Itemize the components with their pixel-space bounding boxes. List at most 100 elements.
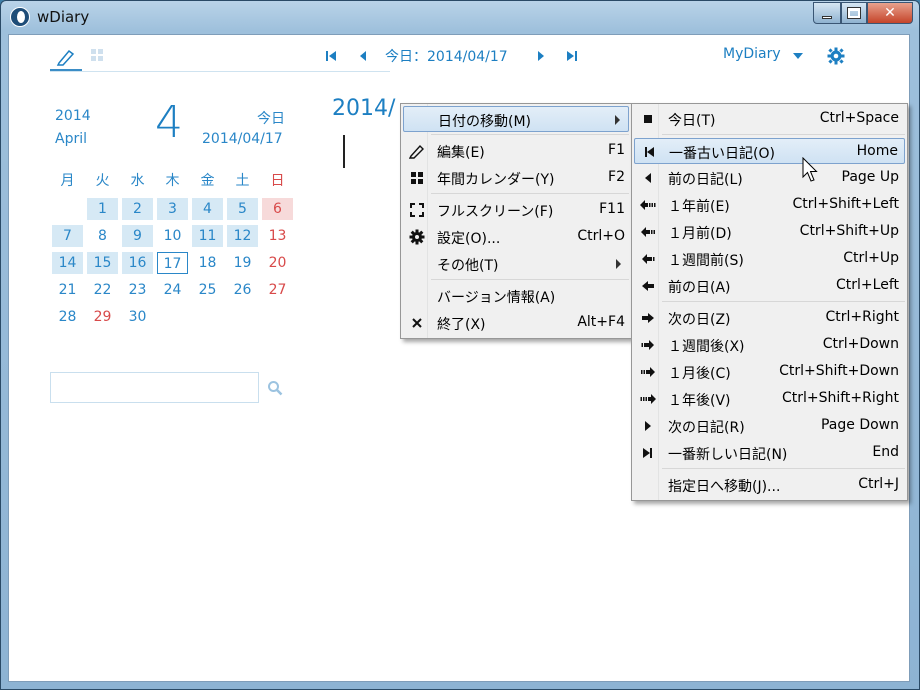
- calendar-day[interactable]: 11: [190, 222, 225, 249]
- entry-date-heading: 2014/: [332, 96, 396, 121]
- maximize-button[interactable]: [841, 2, 867, 24]
- prev-entry-icon[interactable]: [358, 50, 368, 62]
- menu-item-week-forward[interactable]: １週間後(X) Ctrl+Down: [634, 332, 905, 358]
- chevron-down-icon[interactable]: [792, 52, 804, 60]
- calendar-day[interactable]: 1: [85, 195, 120, 222]
- next-entry-icon[interactable]: [536, 50, 546, 62]
- weekday-label: 月: [60, 173, 75, 189]
- menu-item-label: １週間前(S): [668, 253, 744, 269]
- menu-separator: [431, 279, 629, 280]
- today-button[interactable]: 今日：2014/04/17: [385, 46, 508, 66]
- menu-item-shortcut: Ctrl+Shift+Left: [792, 196, 899, 212]
- first-entry-icon[interactable]: [325, 50, 337, 62]
- menu-item-label: １年後(V): [668, 393, 731, 409]
- menu-item-next-day[interactable]: 次の日(Z) Ctrl+Right: [634, 305, 905, 331]
- menu-item-exit[interactable]: 終了(X) Alt+F4: [403, 310, 629, 336]
- menu-item-version-info[interactable]: バージョン情報(A): [403, 283, 629, 309]
- search-input[interactable]: [50, 372, 259, 403]
- calendar-day[interactable]: 27: [260, 276, 295, 303]
- menu-item-prev-day[interactable]: 前の日(A) Ctrl+Left: [634, 273, 905, 299]
- menu-item-today[interactable]: 今日(T) Ctrl+Space: [634, 106, 905, 132]
- calendar-today-label[interactable]: 今日: [257, 108, 285, 128]
- title-bar[interactable]: wDiary ✕: [1, 1, 919, 35]
- calendar-day[interactable]: 21: [50, 276, 85, 303]
- close-button[interactable]: ✕: [867, 2, 913, 24]
- diary-selector[interactable]: MyDiary: [723, 46, 781, 62]
- calendar-day-number: 5: [227, 197, 258, 220]
- menu-item-date-navigation[interactable]: 日付の移動(M): [403, 106, 629, 132]
- last-entry-icon[interactable]: [566, 50, 578, 62]
- calendar-day[interactable]: 26: [225, 276, 260, 303]
- weekday-label: 土: [235, 173, 250, 189]
- calendar-day-number: [157, 306, 188, 328]
- maximize-icon: [847, 7, 861, 19]
- menu-item-edit[interactable]: 編集(E) F1: [403, 138, 629, 164]
- menu-item-shortcut: F1: [608, 142, 625, 158]
- calendar-day[interactable]: 19: [225, 249, 260, 276]
- menu-item-shortcut: Page Down: [820, 417, 899, 433]
- calendar-day[interactable]: 20: [260, 249, 295, 276]
- calendar-day[interactable]: 22: [85, 276, 120, 303]
- calendar-day[interactable]: 16: [120, 249, 155, 276]
- fullscreen-icon: [409, 202, 425, 218]
- calendar-day-number: 21: [58, 281, 77, 298]
- calendar-day[interactable]: 10: [155, 222, 190, 249]
- menu-item-month-forward[interactable]: １月後(C) Ctrl+Shift+Down: [634, 359, 905, 385]
- menu-item-week-back[interactable]: １週間前(S) Ctrl+Up: [634, 246, 905, 272]
- submenu-arrow-icon: [615, 115, 620, 125]
- menu-item-go-to-date[interactable]: 指定日へ移動(J)... Ctrl+J: [634, 472, 905, 498]
- edit-mode-tab[interactable]: [50, 46, 82, 72]
- menu-item-label: 終了(X): [437, 317, 486, 333]
- menu-item-prev-entry[interactable]: 前の日記(L) Page Up: [634, 165, 905, 191]
- menu-item-newest-entry[interactable]: 一番新しい日記(N) End: [634, 440, 905, 466]
- calendar-day-number: 17: [157, 251, 188, 274]
- calendar-day[interactable]: 18: [190, 249, 225, 276]
- arrow-left-2-icon: [640, 224, 656, 240]
- calendar-empty-cell: [190, 303, 225, 330]
- calendar-day[interactable]: 14: [50, 249, 85, 276]
- calendar-day[interactable]: 29: [85, 303, 120, 330]
- calendar-today-date[interactable]: 2014/04/17: [202, 131, 283, 147]
- menu-item-year-back[interactable]: １年前(E) Ctrl+Shift+Left: [634, 192, 905, 218]
- calendar-day[interactable]: 17: [155, 249, 190, 276]
- menu-item-oldest-entry[interactable]: 一番古い日記(O) Home: [634, 138, 905, 164]
- calendar-day[interactable]: 13: [260, 222, 295, 249]
- calendar-day[interactable]: 15: [85, 249, 120, 276]
- menu-item-fullscreen[interactable]: フルスクリーン(F) F11: [403, 197, 629, 223]
- app-logo-icon[interactable]: [10, 7, 30, 27]
- calendar-day[interactable]: 2: [120, 195, 155, 222]
- menu-item-label: １年前(E): [668, 199, 730, 215]
- calendar-day[interactable]: 5: [225, 195, 260, 222]
- menu-item-year-calendar[interactable]: 年間カレンダー(Y) F2: [403, 165, 629, 191]
- calendar-day[interactable]: 30: [120, 303, 155, 330]
- calendar-day[interactable]: 3: [155, 195, 190, 222]
- gear-icon[interactable]: [827, 47, 845, 65]
- arrow-right-3-icon: [640, 391, 656, 407]
- calendar-day[interactable]: 23: [120, 276, 155, 303]
- calendar-week-row: 21 22 23 24 25 26 27: [50, 276, 295, 303]
- calendar-day[interactable]: 7: [50, 222, 85, 249]
- text-caret: [343, 135, 345, 168]
- calendar-day[interactable]: 4: [190, 195, 225, 222]
- calendar-mode-tab[interactable]: [90, 48, 104, 66]
- calendar-day-number: 15: [87, 251, 118, 274]
- calendar-day[interactable]: 12: [225, 222, 260, 249]
- minimize-icon: [822, 15, 832, 19]
- menu-item-other[interactable]: その他(T): [403, 251, 629, 277]
- menu-item-label: 設定(O)...: [437, 231, 501, 247]
- calendar-day[interactable]: 8: [85, 222, 120, 249]
- menu-item-shortcut: Ctrl+Shift+Up: [799, 223, 899, 239]
- calendar-day[interactable]: 25: [190, 276, 225, 303]
- menu-item-settings[interactable]: 設定(O)... Ctrl+O: [403, 224, 629, 250]
- calendar-day[interactable]: 6: [260, 195, 295, 222]
- search-icon[interactable]: [267, 380, 283, 396]
- close-icon: [409, 315, 425, 331]
- calendar-day[interactable]: 9: [120, 222, 155, 249]
- minimize-button[interactable]: [813, 2, 841, 24]
- calendar-day[interactable]: 28: [50, 303, 85, 330]
- calendar-day[interactable]: 24: [155, 276, 190, 303]
- menu-item-next-entry[interactable]: 次の日記(R) Page Down: [634, 413, 905, 439]
- menu-item-month-back[interactable]: １月前(D) Ctrl+Shift+Up: [634, 219, 905, 245]
- calendar-day-number: 27: [268, 281, 287, 298]
- menu-item-year-forward[interactable]: １年後(V) Ctrl+Shift+Right: [634, 386, 905, 412]
